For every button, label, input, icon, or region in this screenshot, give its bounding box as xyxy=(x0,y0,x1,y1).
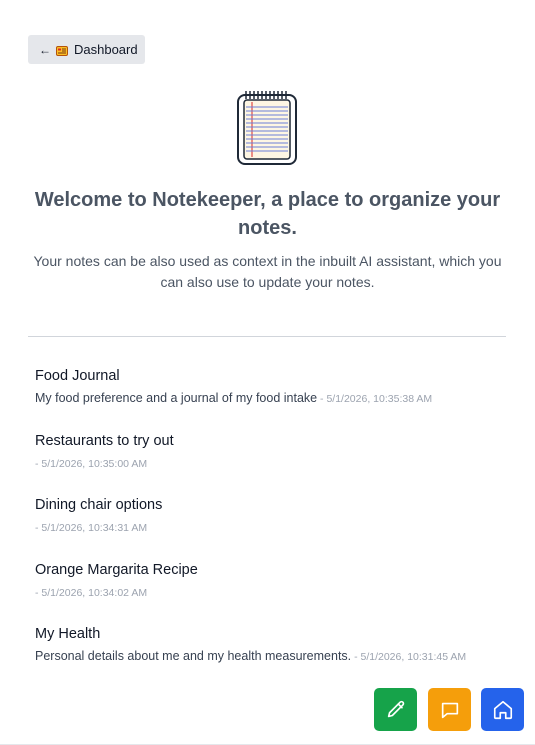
note-title[interactable]: My Health xyxy=(35,624,505,644)
note-item[interactable]: Orange Margarita Recipe - 5/1/2026, 10:3… xyxy=(35,560,505,625)
note-timestamp: - 5/1/2026, 10:34:31 AM xyxy=(35,522,148,535)
note-timestamp: - 5/1/2026, 10:31:45 AM xyxy=(351,651,467,664)
dashboard-icon xyxy=(56,44,68,56)
note-meta: Personal details about me and my health … xyxy=(35,647,505,666)
note-title[interactable]: Orange Margarita Recipe xyxy=(35,560,505,580)
ai-chat-button[interactable] xyxy=(428,688,471,731)
note-meta: - 5/1/2026, 10:35:00 AM xyxy=(35,454,505,473)
note-item[interactable]: Restaurants to try out - 5/1/2026, 10:35… xyxy=(35,431,505,496)
note-timestamp: - 5/1/2026, 10:35:00 AM xyxy=(35,457,148,470)
dashboard-back-label: Dashboard xyxy=(74,42,138,57)
page-title: Welcome to Notekeeper, a place to organi… xyxy=(34,189,501,239)
pencil-icon xyxy=(387,700,404,717)
notebook-icon xyxy=(236,90,298,166)
note-meta: - 5/1/2026, 10:34:31 AM xyxy=(35,518,505,537)
note-timestamp: - 5/1/2026, 10:35:38 AM xyxy=(317,393,433,405)
dashboard-back-button[interactable]: ← Dashboard xyxy=(28,35,145,64)
divider xyxy=(28,336,506,337)
note-title[interactable]: Restaurants to try out xyxy=(35,431,505,451)
home-icon xyxy=(493,700,512,719)
page-subtitle: Your notes can be also used as context i… xyxy=(33,253,502,290)
note-title[interactable]: Dining chair options xyxy=(35,495,505,515)
note-item[interactable]: My Health Personal details about me and … xyxy=(35,624,505,689)
notekeeper-page: ← Dashboard Welcome to Notekeeper, a pla… xyxy=(0,0,535,745)
home-button[interactable] xyxy=(481,688,524,731)
chat-icon xyxy=(441,702,458,718)
note-title[interactable]: Food Journal xyxy=(35,366,505,386)
arrow-left-icon: ← xyxy=(39,42,51,57)
edit-note-button[interactable] xyxy=(374,688,417,731)
note-meta: - 5/1/2026, 10:34:02 AM xyxy=(35,583,505,602)
note-item[interactable]: Food Journal My food preference and a jo… xyxy=(35,366,505,431)
note-item[interactable]: Dining chair options - 5/1/2026, 10:34:3… xyxy=(35,495,505,560)
notes-list: Food Journal My food preference and a jo… xyxy=(35,366,505,689)
note-meta: My food preference and a journal of my f… xyxy=(35,389,505,408)
note-description: My food preference and a journal of my f… xyxy=(35,391,318,405)
note-description: Personal details about me and my health … xyxy=(35,649,352,664)
note-timestamp: - 5/1/2026, 10:34:02 AM xyxy=(35,586,148,599)
